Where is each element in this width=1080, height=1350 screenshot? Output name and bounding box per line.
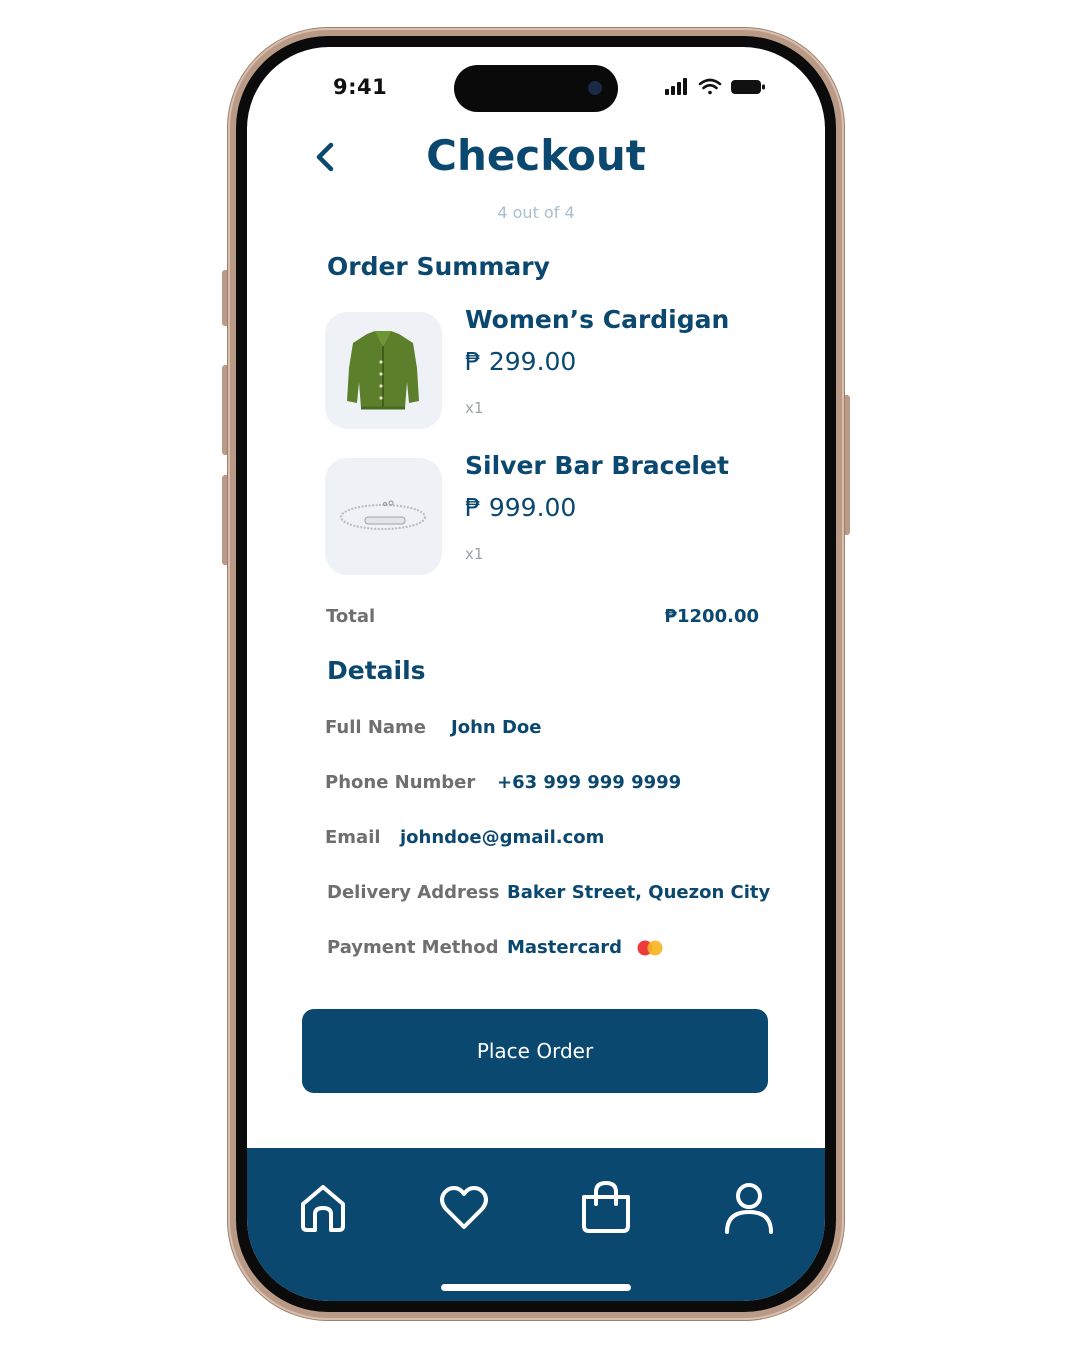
phone-number-value: +63 999 999 9999 [497, 772, 682, 793]
delivery-address-label: Delivery Address [327, 882, 500, 903]
heart-icon [440, 1186, 488, 1229]
user-icon [725, 1183, 773, 1234]
email-label: Email [325, 827, 381, 848]
phone-number-label: Phone Number [325, 772, 476, 793]
wifi-icon [698, 78, 722, 95]
product-quantity: x1 [465, 399, 484, 417]
nav-cart[interactable] [578, 1180, 634, 1236]
payment-method-label: Payment Method [327, 937, 499, 958]
full-name-label: Full Name [325, 717, 426, 738]
bottom-nav [247, 1148, 825, 1301]
mastercard-icon [637, 940, 663, 956]
email-value: johndoe@gmail.com [400, 827, 605, 848]
battery-icon [731, 80, 765, 94]
shopping-bag-icon [582, 1180, 630, 1233]
phone-screen: 9:41 Checkout 4 out of 4 Order Summary W… [247, 47, 825, 1301]
details-title: Details [327, 656, 426, 685]
green-cardigan-icon [347, 331, 419, 410]
delivery-address-value: Baker Street, Quezon City [507, 882, 771, 903]
product-name: Silver Bar Bracelet [465, 451, 729, 480]
product-price: ₱ 999.00 [465, 493, 577, 522]
camera-icon [588, 81, 602, 95]
nav-profile[interactable] [721, 1180, 777, 1236]
signal-icon [665, 78, 687, 95]
payment-method-value: Mastercard [507, 937, 623, 958]
page-title: Checkout [426, 131, 646, 180]
full-name-value: John Doe [451, 717, 542, 738]
product-price: ₱ 299.00 [465, 347, 577, 376]
home-icon [301, 1185, 345, 1232]
place-order-button[interactable]: Place Order [302, 1009, 768, 1093]
nav-wishlist[interactable] [436, 1180, 492, 1236]
status-icons [665, 77, 767, 101]
order-summary-title: Order Summary [327, 252, 550, 281]
step-indicator: 4 out of 4 [497, 203, 575, 222]
nav-home[interactable] [295, 1180, 351, 1236]
status-time: 9:41 [333, 75, 388, 99]
bracelet-image [325, 458, 442, 575]
cardigan-image [325, 312, 442, 429]
product-name: Women’s Cardigan [465, 305, 730, 334]
home-indicator [441, 1284, 631, 1291]
product-quantity: x1 [465, 545, 484, 563]
dynamic-island [454, 65, 618, 112]
total-label: Total [326, 606, 376, 627]
total-value: ₱1200.00 [664, 606, 759, 627]
silver-bracelet-icon [340, 500, 426, 530]
